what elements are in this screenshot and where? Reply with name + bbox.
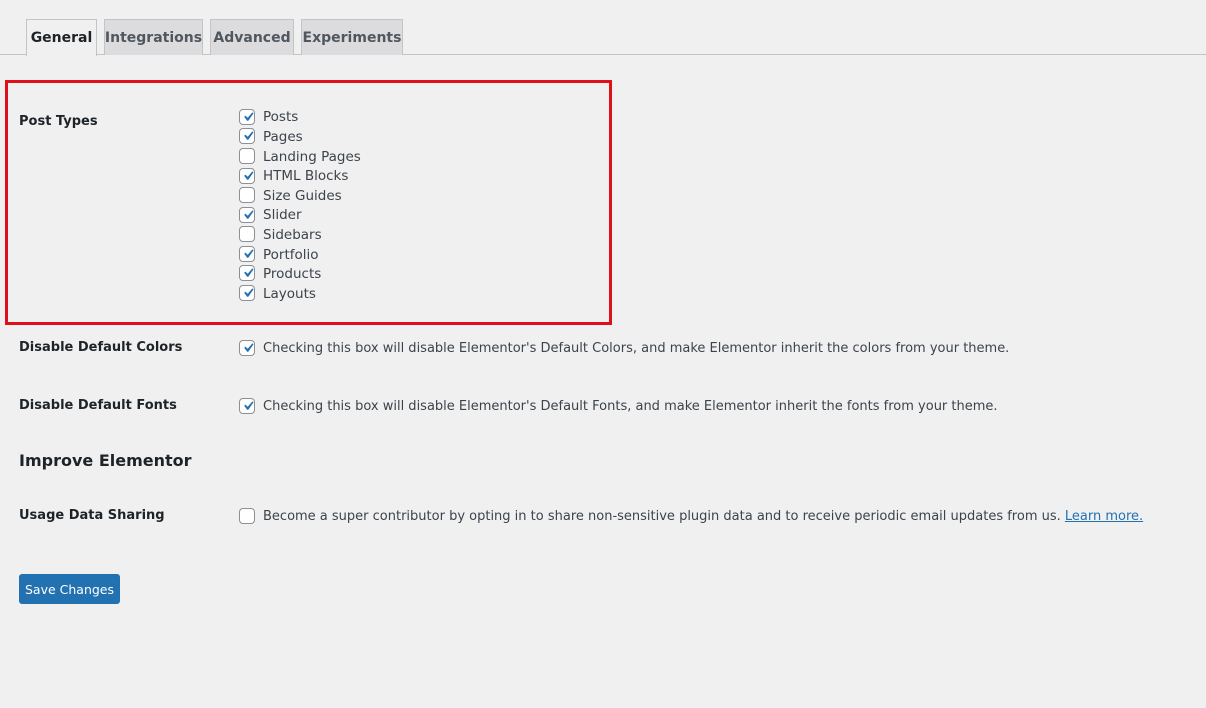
disable-colors-label: Disable Default Colors bbox=[19, 340, 183, 355]
post-types-label: Post Types bbox=[19, 114, 98, 129]
post-type-checkbox[interactable] bbox=[239, 128, 255, 144]
post-type-label: Slider bbox=[263, 207, 302, 223]
post-type-checkbox[interactable] bbox=[239, 109, 255, 125]
checkmark-icon bbox=[244, 268, 254, 277]
checkmark-icon bbox=[244, 288, 254, 297]
disable-fonts-label: Disable Default Fonts bbox=[19, 398, 177, 413]
disable-fonts-description: Checking this box will disable Elementor… bbox=[263, 399, 998, 414]
usage-data-sharing-label: Usage Data Sharing bbox=[19, 508, 165, 523]
usage-data-sharing-description: Become a super contributor by opting in … bbox=[263, 509, 1143, 524]
tab-general[interactable]: General bbox=[26, 19, 97, 56]
improve-elementor-heading: Improve Elementor bbox=[19, 451, 192, 470]
post-type-checkbox[interactable] bbox=[239, 148, 255, 164]
tab-advanced[interactable]: Advanced bbox=[210, 19, 294, 55]
checkmark-icon bbox=[244, 112, 254, 121]
post-type-label: Pages bbox=[263, 129, 303, 145]
settings-tabs: General Integrations Advanced Experiment… bbox=[0, 0, 1206, 56]
checkmark-icon bbox=[244, 343, 254, 352]
post-type-checkbox[interactable] bbox=[239, 265, 255, 281]
post-type-checkbox[interactable] bbox=[239, 168, 255, 184]
post-type-checkbox[interactable] bbox=[239, 285, 255, 301]
usage-description-text: Become a super contributor by opting in … bbox=[263, 509, 1065, 524]
disable-fonts-checkbox[interactable] bbox=[239, 398, 255, 414]
save-changes-button[interactable]: Save Changes bbox=[19, 574, 120, 604]
post-type-label: Layouts bbox=[263, 286, 316, 302]
checkmark-icon bbox=[244, 171, 254, 180]
tab-integrations[interactable]: Integrations bbox=[104, 19, 203, 55]
post-type-label: Products bbox=[263, 266, 322, 282]
post-type-checkbox[interactable] bbox=[239, 187, 255, 203]
learn-more-link[interactable]: Learn more. bbox=[1065, 509, 1143, 524]
post-type-label: Posts bbox=[263, 109, 299, 125]
post-type-label: Size Guides bbox=[263, 188, 342, 204]
post-type-label: Sidebars bbox=[263, 227, 322, 243]
checkmark-icon bbox=[244, 249, 254, 258]
checkmark-icon bbox=[244, 401, 254, 410]
post-type-label: Landing Pages bbox=[263, 149, 361, 165]
disable-colors-description: Checking this box will disable Elementor… bbox=[263, 341, 1010, 356]
tab-experiments[interactable]: Experiments bbox=[301, 19, 403, 55]
post-type-label: HTML Blocks bbox=[263, 168, 349, 184]
disable-colors-checkbox[interactable] bbox=[239, 340, 255, 356]
post-type-checkbox[interactable] bbox=[239, 207, 255, 223]
post-type-checkbox[interactable] bbox=[239, 246, 255, 262]
checkmark-icon bbox=[244, 131, 254, 140]
usage-data-sharing-checkbox[interactable] bbox=[239, 508, 255, 524]
post-type-checkbox[interactable] bbox=[239, 226, 255, 242]
post-type-label: Portfolio bbox=[263, 247, 319, 263]
checkmark-icon bbox=[244, 210, 254, 219]
